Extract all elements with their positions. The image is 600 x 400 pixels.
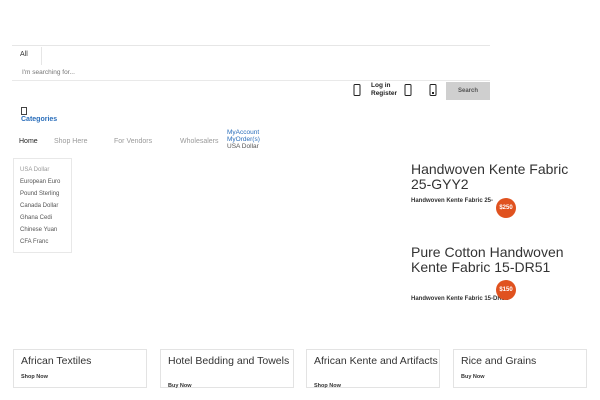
card-cta[interactable]: Buy Now (461, 374, 485, 380)
currency-selector[interactable]: USA Dollar (227, 143, 260, 150)
cart-phone-icon[interactable] (429, 84, 437, 96)
product-subtitle: Handwoven Kente Fabric 25- (411, 198, 494, 204)
nav-home[interactable]: Home (19, 138, 38, 145)
phone-icon[interactable] (353, 84, 361, 96)
login-label[interactable]: Log in (371, 82, 397, 90)
currency-option[interactable]: Canada Dollar (20, 203, 58, 209)
currency-option[interactable]: CFA Franc (20, 239, 48, 245)
nav-shop-here[interactable]: Shop Here (54, 138, 87, 145)
categories-label[interactable]: Categories (21, 116, 57, 123)
category-tab-all[interactable]: All (20, 51, 28, 58)
category-card[interactable]: African Textiles Shop Now (13, 349, 147, 388)
card-cta[interactable]: Shop Now (21, 374, 48, 380)
search-divider (12, 80, 490, 81)
wishlist-phone-icon[interactable] (404, 84, 412, 96)
card-title: African Kente and Artifacts (314, 355, 438, 367)
search-button[interactable]: Search (446, 82, 490, 100)
currency-option[interactable]: Chinese Yuan (20, 227, 57, 233)
currency-option[interactable]: USA Dollar (20, 167, 49, 173)
card-title: Rice and Grains (461, 355, 537, 367)
price-badge: $250 (496, 198, 516, 218)
category-card[interactable]: African Kente and Artifacts Shop Now (306, 349, 440, 389)
my-account-link[interactable]: MyAccount (227, 129, 260, 136)
login-register-link[interactable]: Log in Register (371, 82, 397, 98)
card-title: African Textiles (21, 355, 92, 367)
search-input[interactable] (12, 66, 352, 78)
currency-option[interactable]: European Euro (20, 179, 60, 185)
card-cta[interactable]: Shop Now (314, 383, 341, 389)
register-label[interactable]: Register (371, 90, 397, 98)
card-cta[interactable]: Buy Now (168, 383, 192, 389)
nav-wholesalers[interactable]: Wholesalers (180, 138, 219, 145)
currency-option[interactable]: Pound Sterling (20, 191, 59, 197)
category-card[interactable]: Rice and Grains Buy Now (453, 349, 587, 388)
tab-separator (41, 47, 42, 65)
price-badge: $150 (496, 280, 516, 300)
product-title[interactable]: Pure Cotton Handwoven Kente Fabric 15-DR… (411, 245, 571, 275)
category-card[interactable]: Hotel Bedding and Towels Buy Now (160, 349, 294, 389)
currency-option[interactable]: Ghana Cedi (20, 215, 52, 221)
product-title[interactable]: Handwoven Kente Fabric 25-GYY2 (411, 162, 571, 192)
my-orders-link[interactable]: MyOrder(s) (227, 136, 260, 143)
product-subtitle: Handwoven Kente Fabric 15-DR51 (411, 296, 509, 302)
header-divider (12, 45, 490, 46)
categories-icon[interactable] (21, 107, 27, 115)
currency-dropdown: USA Dollar European Euro Pound Sterling … (13, 158, 72, 253)
account-menu: MyAccount MyOrder(s) USA Dollar (227, 129, 260, 150)
nav-for-vendors[interactable]: For Vendors (114, 138, 152, 145)
card-title: Hotel Bedding and Towels (168, 355, 290, 367)
